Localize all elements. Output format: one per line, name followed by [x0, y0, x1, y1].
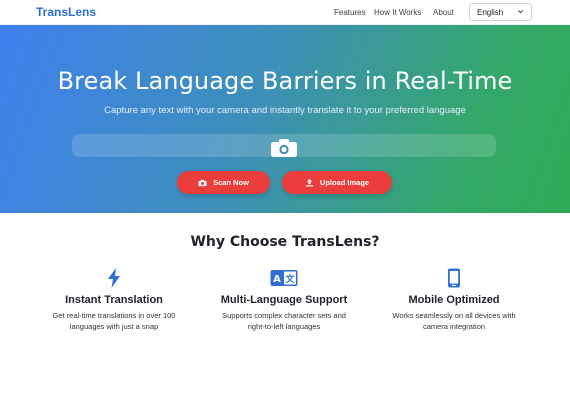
- feature-title: Multi-Language Support: [220, 294, 348, 306]
- navbar: TransLens Features How It Works About En…: [0, 0, 570, 25]
- scan-now-label: Scan Now: [213, 178, 249, 187]
- feature-card-mobile-optimized: Mobile Optimized Works seamlessly on all…: [369, 268, 539, 332]
- logo[interactable]: TransLens: [36, 5, 96, 19]
- feature-title: Mobile Optimized: [408, 294, 500, 306]
- language-select-value: English: [477, 8, 504, 17]
- camera-icon: [198, 179, 207, 186]
- svg-text:文: 文: [284, 273, 295, 285]
- feature-card-multi-language: A 文 Multi-Language Support Supports comp…: [199, 268, 369, 332]
- upload-image-button[interactable]: Upload Image: [282, 171, 392, 194]
- feature-description: Works seamlessly on all devices with cam…: [392, 311, 516, 331]
- upload-image-label: Upload Image: [319, 178, 370, 187]
- chevron-down-icon: [518, 10, 523, 14]
- feature-description: Get real-time translations in over 100 l…: [52, 311, 176, 331]
- feature-card-instant-translation: Instant Translation Get real-time transl…: [29, 268, 199, 332]
- mobile-phone-icon: [448, 268, 460, 288]
- language-select[interactable]: English: [469, 3, 532, 21]
- nav-link-features[interactable]: Features: [334, 8, 366, 17]
- scan-now-button[interactable]: Scan Now: [177, 171, 270, 194]
- feature-description: Supports complex character sets and righ…: [222, 311, 346, 331]
- nav-link-how-it-works[interactable]: How It Works: [374, 8, 421, 17]
- hero-title: Break Language Barriers in Real-Time: [57, 67, 513, 95]
- features-section-title: Why Choose TransLens?: [190, 234, 380, 250]
- language-icon: A 文: [270, 270, 298, 286]
- nav-link-about[interactable]: About: [433, 8, 454, 17]
- svg-text:A: A: [273, 274, 281, 285]
- hero-section: Break Language Barriers in Real-Time Cap…: [0, 25, 570, 213]
- upload-icon: [305, 178, 314, 187]
- hero-subtitle: Capture any text with your camera and in…: [104, 105, 466, 116]
- camera-icon[interactable]: [270, 138, 298, 158]
- lightning-bolt-icon: [108, 268, 120, 288]
- feature-title: Instant Translation: [65, 294, 163, 306]
